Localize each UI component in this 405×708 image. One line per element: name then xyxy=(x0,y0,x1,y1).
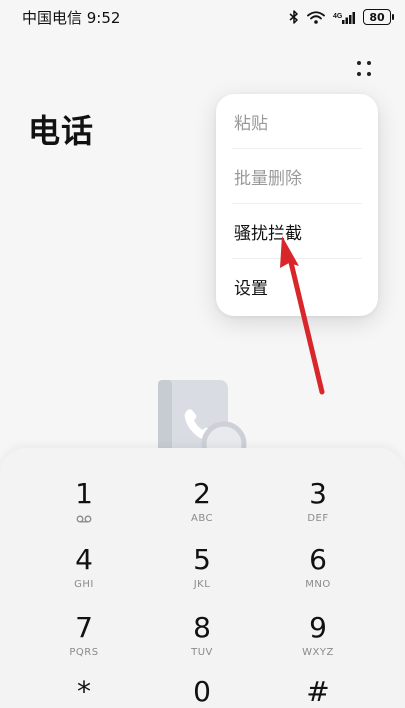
key-digit: 4 xyxy=(75,543,93,576)
key-digit: 8 xyxy=(193,611,211,644)
key-letters: MNO xyxy=(305,579,331,590)
key-letters: TUV xyxy=(191,647,213,658)
key-letters: WXYZ xyxy=(302,647,334,658)
cellular-signal-icon: 4G xyxy=(333,11,355,24)
key-digit: * xyxy=(77,675,91,708)
dial-key-6[interactable]: 6 MNO xyxy=(268,544,368,604)
menu-item-settings[interactable]: 设置 xyxy=(232,259,362,314)
dial-key-star[interactable]: * xyxy=(34,676,134,708)
key-letters: GHI xyxy=(74,579,94,590)
dial-key-3[interactable]: 3 DEF xyxy=(268,478,368,538)
dial-key-4[interactable]: 4 GHI xyxy=(34,544,134,604)
dialpad: 1 2 ABC 3 DEF 4 GHI 5 JKL 6 MNO 7 PQRS 8… xyxy=(0,448,405,708)
key-digit: 2 xyxy=(193,477,211,510)
key-digit: 6 xyxy=(309,543,327,576)
key-letters: JKL xyxy=(193,579,211,590)
page-title: 电话 xyxy=(28,112,95,150)
dial-key-9[interactable]: 9 WXYZ xyxy=(268,612,368,672)
dial-key-0[interactable]: 0 xyxy=(152,676,252,708)
menu-item-harassment-block[interactable]: 骚扰拦截 xyxy=(232,204,362,259)
more-dots-icon xyxy=(357,61,361,65)
dial-key-7[interactable]: 7 PQRS xyxy=(34,612,134,672)
status-bar: 中国电信 9:52 4G 80 xyxy=(0,0,405,34)
bluetooth-icon xyxy=(289,10,299,24)
key-letters: PQRS xyxy=(69,647,99,658)
dial-key-2[interactable]: 2 ABC xyxy=(152,478,252,538)
key-digit: # xyxy=(306,675,330,708)
dial-key-5[interactable]: 5 JKL xyxy=(152,544,252,604)
dial-key-8[interactable]: 8 TUV xyxy=(152,612,252,672)
key-digit: 1 xyxy=(75,477,93,510)
key-letters: DEF xyxy=(307,513,329,524)
status-icons: 4G 80 xyxy=(289,9,394,25)
menu-item-batch-delete[interactable]: 批量删除 xyxy=(232,149,362,204)
more-options-button[interactable] xyxy=(350,58,378,80)
svg-text:4G: 4G xyxy=(333,13,343,20)
key-digit: 3 xyxy=(309,477,327,510)
dial-key-hash[interactable]: # xyxy=(268,676,368,708)
key-digit: 0 xyxy=(193,675,211,708)
key-digit: 5 xyxy=(193,543,211,576)
carrier-time: 中国电信 9:52 xyxy=(22,8,121,27)
menu-item-paste[interactable]: 粘贴 xyxy=(232,94,362,149)
key-digit: 7 xyxy=(75,611,93,644)
key-letters: ABC xyxy=(190,513,213,524)
dial-key-1[interactable]: 1 xyxy=(34,478,134,538)
key-digit: 9 xyxy=(309,611,327,644)
voicemail-icon xyxy=(76,515,92,523)
wifi-icon xyxy=(307,10,325,24)
battery-indicator: 80 xyxy=(363,9,394,25)
overflow-menu: 粘贴 批量删除 骚扰拦截 设置 xyxy=(216,94,378,316)
